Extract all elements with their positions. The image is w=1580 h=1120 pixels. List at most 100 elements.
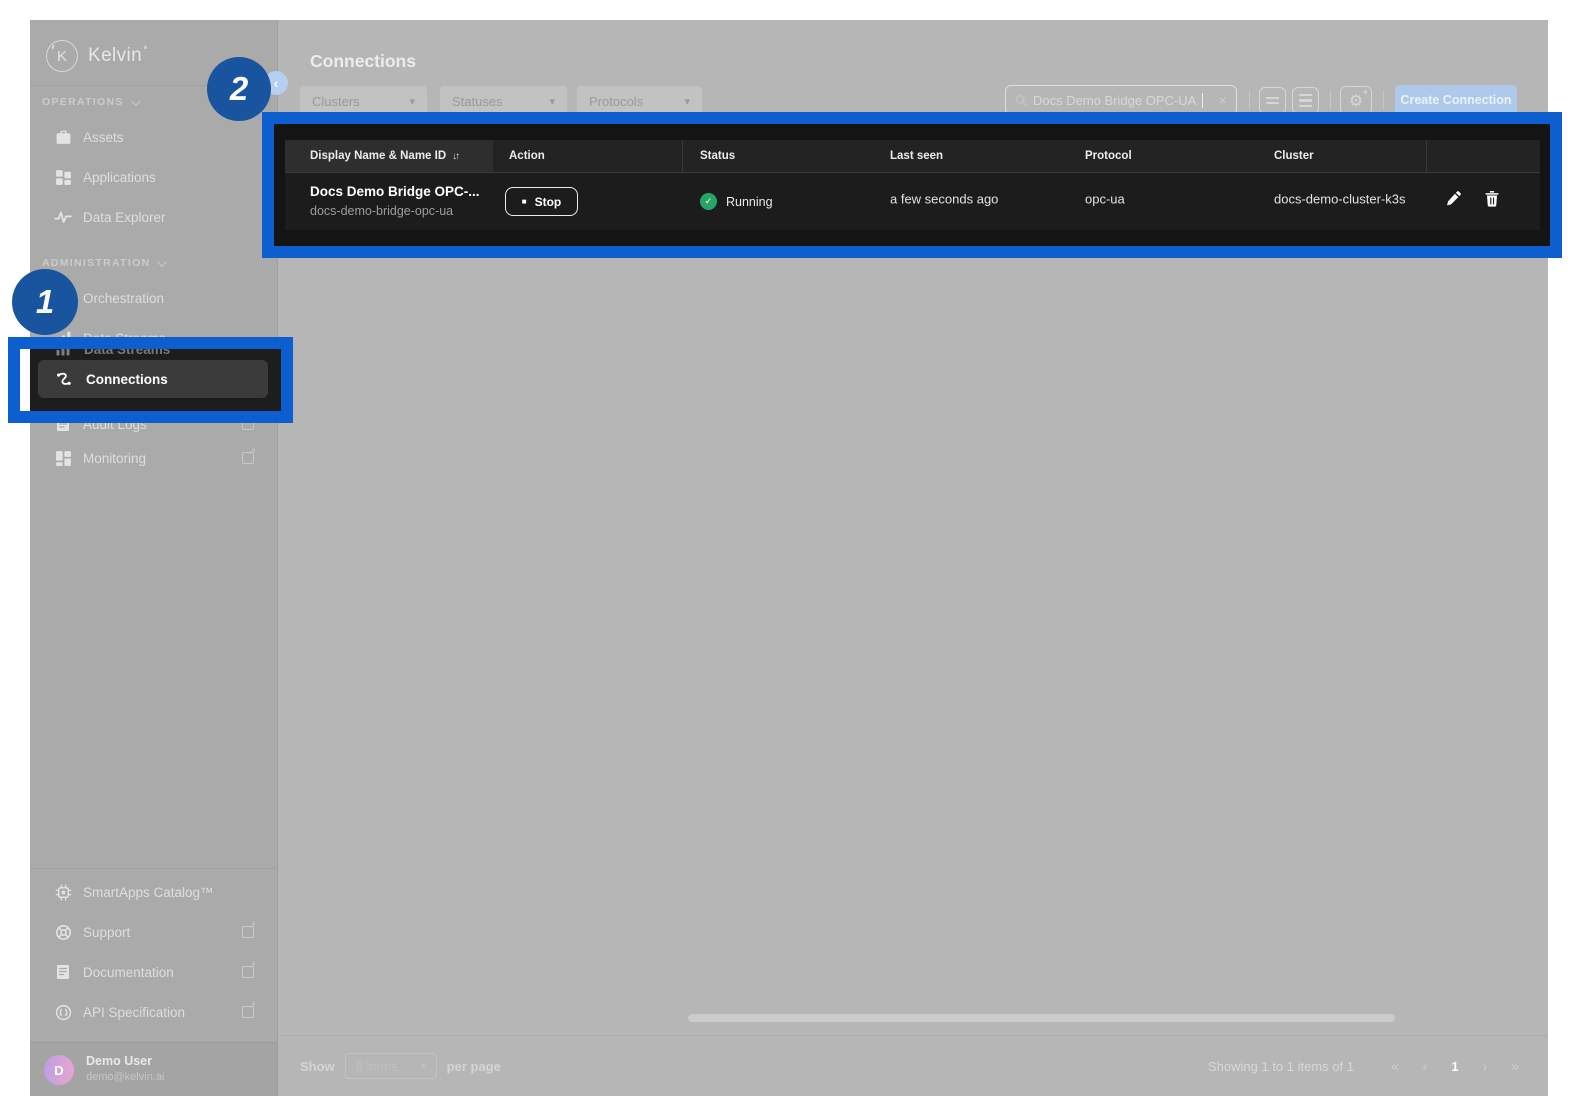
table-settings-button[interactable]: ⚙ + <box>1340 86 1372 115</box>
external-link-icon <box>242 960 256 978</box>
section-administration[interactable]: ADMINISTRATION <box>42 256 168 269</box>
kelvin-logo-icon: K <box>46 40 78 72</box>
sidebar-item-api-specification[interactable]: API Specification <box>30 992 278 1032</box>
sidebar-divider <box>30 868 277 869</box>
stop-button[interactable]: ■ Stop <box>505 187 578 216</box>
horizontal-scrollbar[interactable] <box>688 1014 1395 1022</box>
pagination-bar: Show 8 items ▾ per page Showing 1 to 1 i… <box>278 1035 1548 1096</box>
kelvin-logo[interactable]: K Kelvin <box>46 40 148 72</box>
caret-down-icon: ▾ <box>409 95 415 108</box>
assets-icon <box>54 128 72 146</box>
connection-display-name: Docs Demo Bridge OPC-... <box>310 184 480 199</box>
support-icon <box>54 923 72 941</box>
external-link-icon <box>242 446 256 464</box>
sidebar-item-monitoring[interactable]: Monitoring <box>30 438 278 478</box>
sort-icon: ↓↑ <box>452 150 460 162</box>
pagination-summary: Showing 1 to 1 items of 1 <box>1208 1058 1354 1074</box>
table-row[interactable]: Docs Demo Bridge OPC-... docs-demo-bridg… <box>285 172 1540 230</box>
view-compact-button[interactable] <box>1292 87 1319 114</box>
list-icon <box>1299 93 1312 97</box>
toolbar-divider <box>1330 90 1331 110</box>
gear-icon: ⚙ <box>1348 92 1364 110</box>
tutorial-highlight-table: Display Name & Name ID ↓↑ Action Status … <box>262 112 1562 258</box>
avatar: D <box>44 1055 74 1085</box>
applications-icon <box>54 168 72 186</box>
status-badge: Running <box>726 194 773 209</box>
tutorial-step-badge-1: 1 <box>12 269 78 335</box>
chevron-down-icon <box>130 95 141 106</box>
external-link-icon <box>242 920 256 938</box>
documentation-icon <box>54 963 72 981</box>
search-value: Docs Demo Bridge OPC-UA <box>1033 92 1197 108</box>
user-profile[interactable]: D Demo User demo@kelvin.ai <box>30 1042 277 1096</box>
monitoring-icon <box>54 449 72 467</box>
status-running-icon: ✓ <box>700 193 717 210</box>
last-page-button[interactable]: » <box>1500 1058 1530 1074</box>
sidebar-item-support[interactable]: Support <box>30 912 278 952</box>
text-cursor <box>1202 92 1204 108</box>
sidebar: K Kelvin OPERATIONS Assets Applications … <box>30 20 278 1096</box>
next-page-button[interactable]: › <box>1470 1058 1500 1074</box>
sidebar-item-connections-selected[interactable]: Connections <box>38 360 268 398</box>
delete-icon[interactable] <box>1484 190 1500 207</box>
edit-icon[interactable] <box>1445 190 1462 207</box>
connection-name-id: docs-demo-bridge-opc-ua <box>310 204 454 218</box>
sidebar-item-label: Data Explorer <box>83 209 166 225</box>
sidebar-item-label: SmartApps Catalog™ <box>83 884 214 900</box>
column-header-cluster[interactable]: Cluster <box>1274 140 1314 172</box>
view-comfortable-button[interactable] <box>1259 87 1286 114</box>
sidebar-item-assets[interactable]: Assets <box>30 117 278 157</box>
protocol-value: opc-ua <box>1085 191 1125 207</box>
toolbar-divider <box>1383 90 1384 110</box>
create-connection-button[interactable]: Create Connection <box>1395 85 1517 115</box>
user-email: demo@kelvin.ai <box>86 1071 165 1083</box>
connections-table: Display Name & Name ID ↓↑ Action Status … <box>285 140 1540 230</box>
connections-icon <box>55 370 74 389</box>
sidebar-item-label: Data Streams <box>84 349 171 357</box>
show-label: Show <box>300 1058 335 1074</box>
rows-icon <box>1266 96 1279 99</box>
caret-down-icon: ▾ <box>549 95 555 108</box>
chevron-left-icon: ‹ <box>273 75 279 91</box>
caret-down-icon: ▾ <box>684 95 690 108</box>
sidebar-item-documentation[interactable]: Documentation <box>30 952 278 992</box>
sidebar-item-label: Orchestration <box>83 290 165 306</box>
page-margin-strip <box>20 349 30 411</box>
external-link-icon <box>242 1000 256 1018</box>
column-header-last-seen[interactable]: Last seen <box>890 140 943 172</box>
column-header-status[interactable]: Status <box>700 140 735 172</box>
column-header-protocol[interactable]: Protocol <box>1085 140 1132 172</box>
page-title: Connections <box>310 51 416 71</box>
table-header-row: Display Name & Name ID ↓↑ Action Status … <box>285 140 1540 172</box>
column-header-name[interactable]: Display Name & Name ID ↓↑ <box>310 140 460 172</box>
logo-text: Kelvin <box>88 45 148 66</box>
user-name: Demo User <box>86 1054 152 1068</box>
column-header-action[interactable]: Action <box>509 140 545 172</box>
section-operations[interactable]: OPERATIONS <box>42 95 141 108</box>
sidebar-item-label: API Specification <box>83 1004 186 1020</box>
data-streams-icon <box>55 349 72 358</box>
sidebar-item-label: Applications <box>83 169 156 185</box>
per-page-label: per page <box>446 1058 501 1074</box>
page-size-select[interactable]: 8 items ▾ <box>344 1053 437 1079</box>
sidebar-item-smartapps-catalog[interactable]: SmartApps Catalog™ <box>30 872 278 912</box>
chevron-down-icon <box>157 256 168 267</box>
caret-down-icon: ▾ <box>420 1060 426 1072</box>
data-explorer-icon <box>54 208 72 226</box>
tutorial-step-badge-2: 2 <box>207 57 271 121</box>
first-page-button[interactable]: « <box>1380 1058 1410 1074</box>
clear-search-icon[interactable]: × <box>1219 92 1227 108</box>
sidebar-item-label: Documentation <box>83 964 174 980</box>
current-page-button[interactable]: 1 <box>1440 1059 1470 1074</box>
sidebar-item-applications[interactable]: Applications <box>30 157 278 197</box>
sidebar-item-label: Assets <box>83 129 124 145</box>
api-specification-icon <box>54 1003 72 1021</box>
cluster-value: docs-demo-cluster-k3s <box>1274 191 1406 207</box>
tutorial-highlight-sidebar: Data Streams Connections <box>8 337 293 423</box>
search-icon <box>1015 94 1027 106</box>
search-input[interactable]: Docs Demo Bridge OPC-UA × <box>1005 85 1237 115</box>
last-seen-value: a few seconds ago <box>890 191 999 207</box>
sidebar-item-label: Connections <box>86 371 168 387</box>
previous-page-button[interactable]: ‹ <box>1410 1058 1440 1074</box>
sidebar-item-data-explorer[interactable]: Data Explorer <box>30 197 278 237</box>
